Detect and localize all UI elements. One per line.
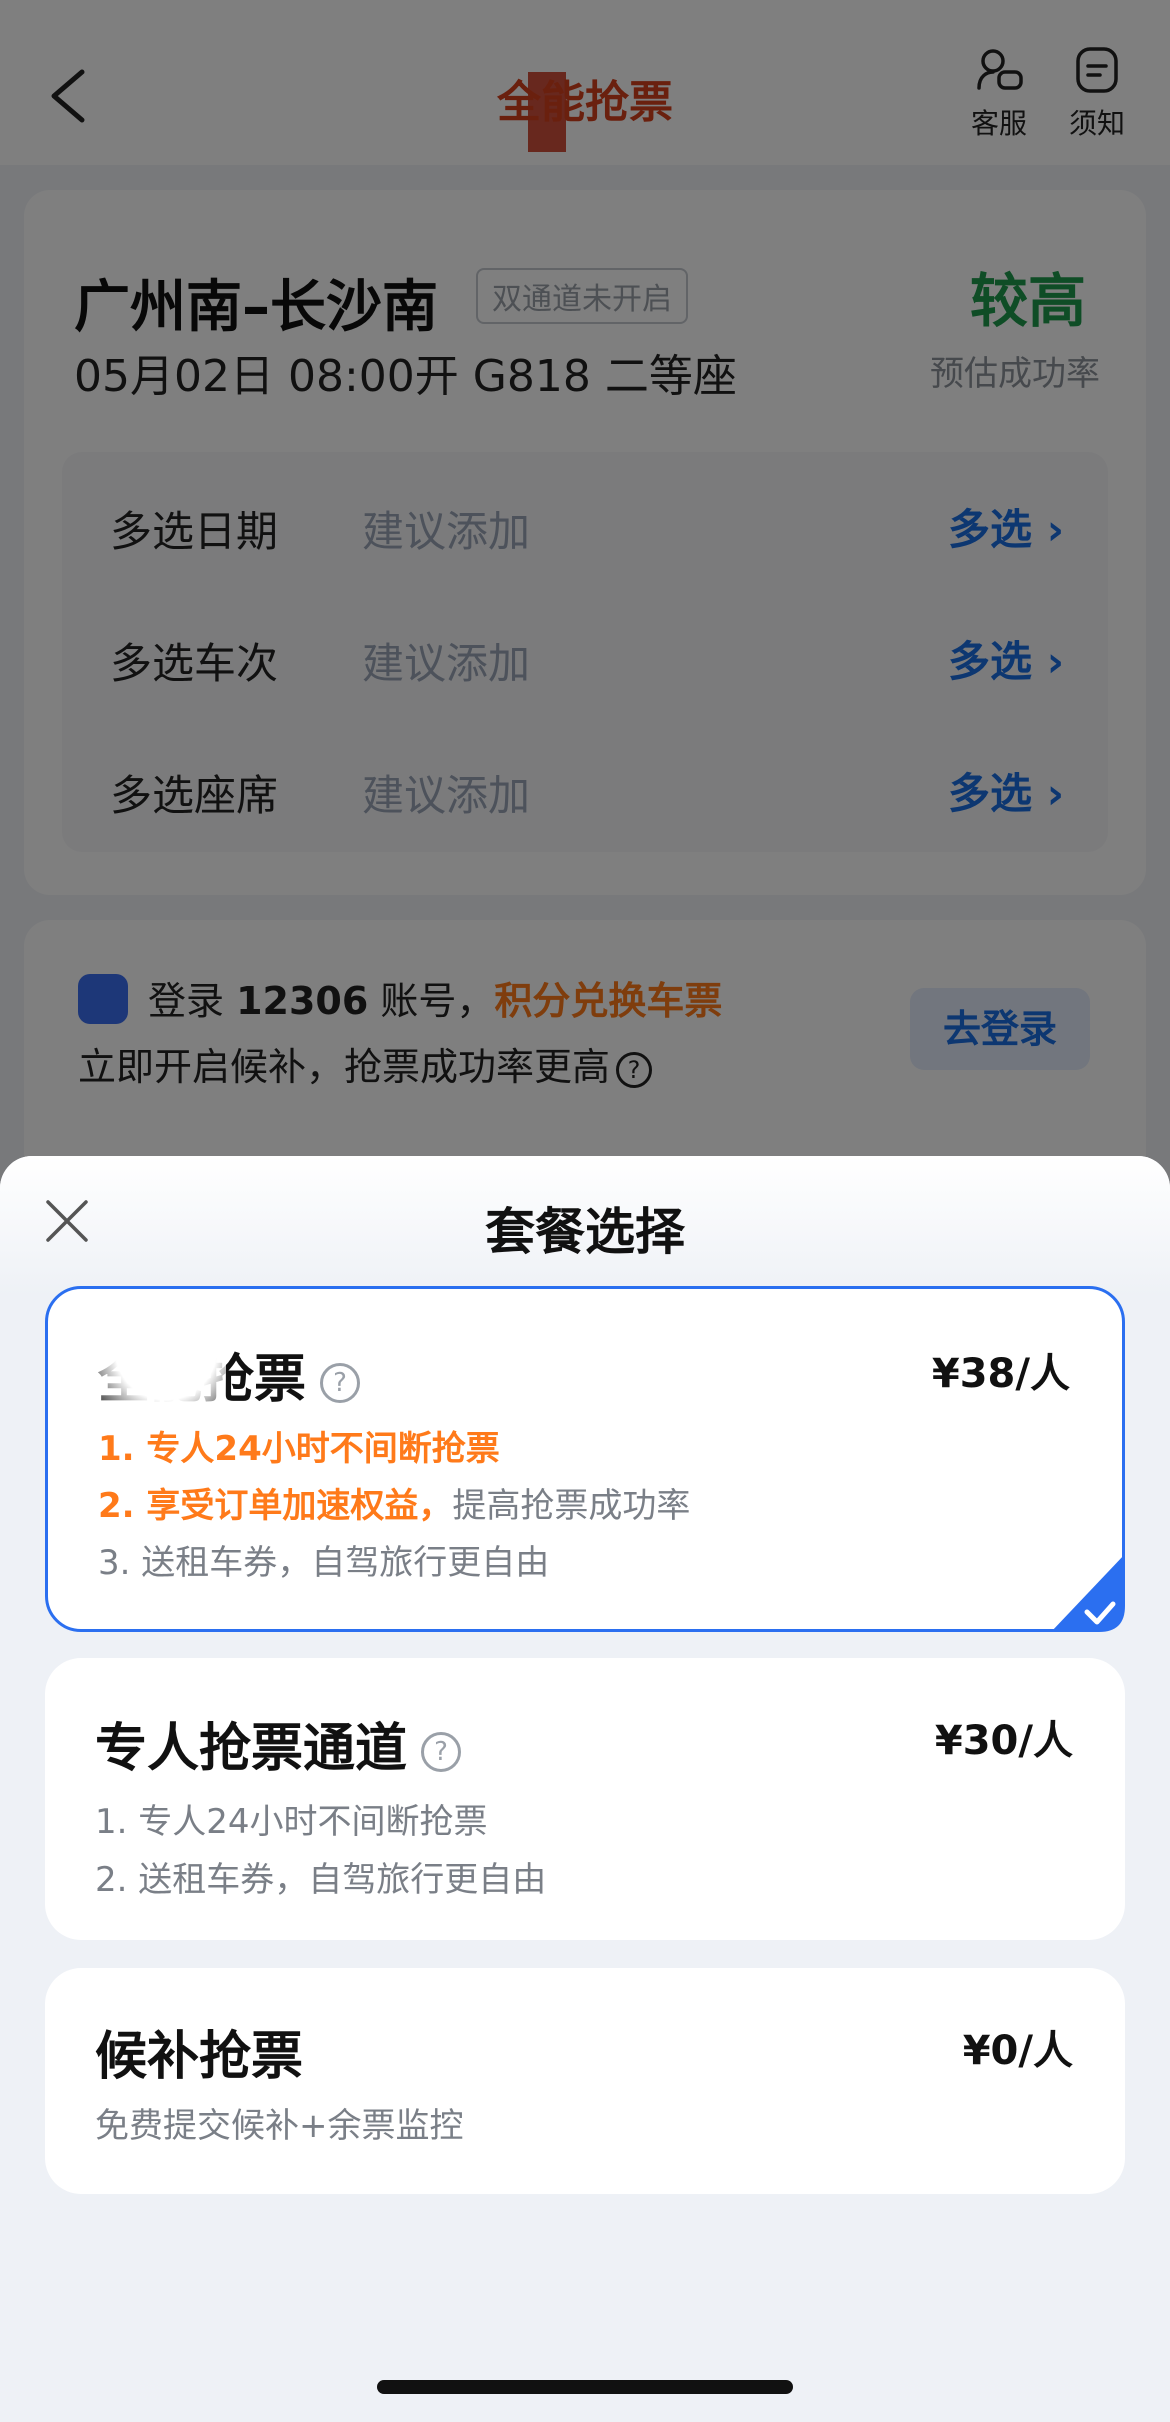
package-price: ¥0/人 — [962, 2028, 1073, 2074]
package-feature: 1. 专人24小时不间断抢票 — [95, 1802, 488, 1842]
package-option-waitlist[interactable]: 候补抢票 ¥0/人 免费提交候补+余票监控 — [45, 1968, 1125, 2194]
package-name: 候补抢票 — [95, 2027, 304, 2087]
package-feature: 免费提交候补+余票监控 — [95, 2106, 464, 2146]
package-feature: 3. 送租车券，自驾旅行更自由 — [98, 1543, 550, 1583]
package-price: ¥38/人 — [931, 1351, 1070, 1397]
promo-blur-patch — [76, 1289, 226, 1439]
package-price: ¥30/人 — [934, 1718, 1073, 1764]
home-indicator — [377, 2380, 793, 2394]
package-feature: 1. 专人24小时不间断抢票 — [98, 1429, 500, 1469]
package-option-dedicated[interactable]: 专人抢票通道? ¥30/人 1. 专人24小时不间断抢票 2. 送租车券，自驾旅… — [45, 1658, 1125, 1940]
help-icon[interactable]: ? — [320, 1363, 361, 1403]
package-feature: 2. 送租车券，自驾旅行更自由 — [95, 1860, 547, 1900]
help-icon[interactable]: ? — [421, 1732, 462, 1772]
package-selection-sheet: 套餐选择 全能抢票? ¥38/人 1. 专人24小时不间断抢票 2. 享受订单加… — [0, 1156, 1170, 2422]
selected-check-icon — [1051, 1554, 1125, 1632]
package-feature: 2. 享受订单加速权益，提高抢票成功率 — [98, 1486, 691, 1526]
package-option-all-round[interactable]: 全能抢票? ¥38/人 1. 专人24小时不间断抢票 2. 享受订单加速权益，提… — [45, 1286, 1125, 1632]
package-name: 专人抢票通道? — [95, 1706, 462, 1781]
sheet-title: 套餐选择 — [485, 1203, 685, 1261]
